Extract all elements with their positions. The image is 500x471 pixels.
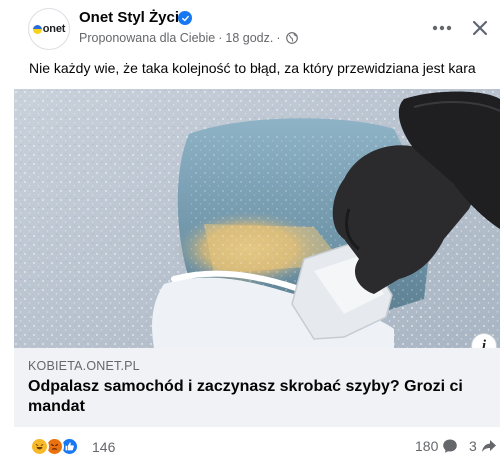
subline-separator-2: · [276,31,281,45]
feed-post: onet Onet Styl Życia Proponowana dla Cie… [0,0,500,471]
globe-icon[interactable] [285,32,298,44]
post-header: onet Onet Styl Życia Proponowana dla Cie… [0,0,500,58]
more-dots-icon [432,25,452,31]
share-arrow-icon [481,440,496,452]
link-domain: KOBIETA.ONET.PL [28,359,140,373]
suggested-label: Proponowana dla Ciebie [79,31,216,45]
post-stats-bar: 146 180 3 [0,427,500,471]
post-timestamp[interactable]: 18 godz. [225,31,273,45]
comments-count-button[interactable]: 180 [415,438,458,454]
more-options-button[interactable] [427,14,457,42]
subline-separator: · [218,31,223,45]
post-subline: Proponowana dla Ciebie · 18 godz. · [79,31,298,45]
haha-icon [30,437,49,456]
link-title[interactable]: Odpalasz samochód i zaczynasz skrobać sz… [28,377,468,417]
shares-count-button[interactable]: 3 [469,438,497,454]
reactions-summary[interactable] [30,437,79,456]
avatar-logo-text: onet [42,23,66,35]
post-message: Nie każdy wie, że taka kolejność to błąd… [29,60,476,76]
frosted-windshield-photo [14,89,500,348]
comments-count: 180 [415,438,439,454]
link-preview-caption[interactable]: KOBIETA.ONET.PL Odpalasz samochód i zacz… [14,348,500,427]
reactions-count[interactable]: 146 [92,439,115,455]
onet-logo: onet [32,23,66,35]
ukraine-flag-dot-icon [32,24,42,34]
close-icon [472,20,488,36]
page-avatar[interactable]: onet [28,8,70,50]
comment-bubble-icon [443,439,458,453]
hide-post-button[interactable] [465,14,495,42]
verified-badge-icon [178,11,192,25]
page-name-link[interactable]: Onet Styl Życia [79,9,187,26]
shares-count: 3 [469,438,477,454]
link-preview-image[interactable] [14,89,500,348]
